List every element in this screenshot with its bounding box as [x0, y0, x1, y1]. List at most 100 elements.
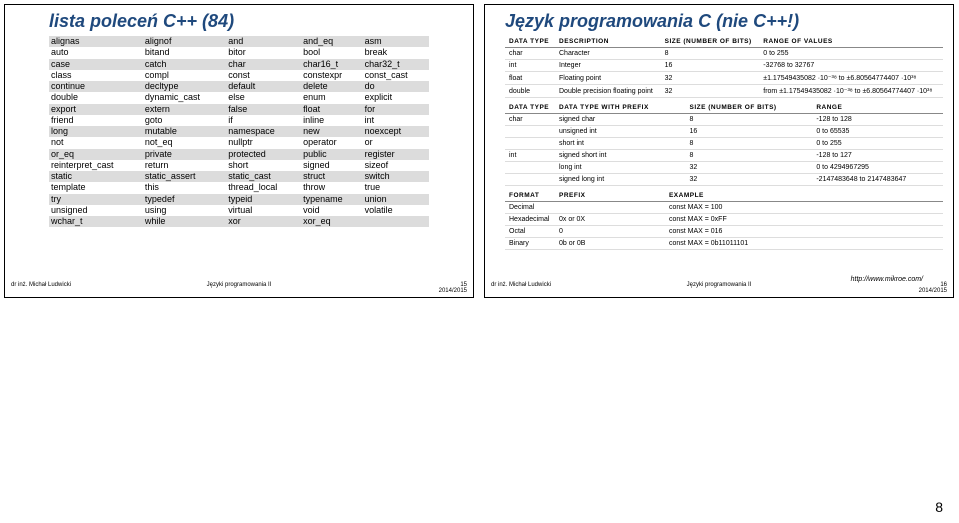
table-cell: const MAX = 0xFF	[665, 214, 943, 226]
table-cell: -2147483648 to 2147483647	[812, 174, 943, 186]
table-header: RANGE OF VALUES	[759, 36, 943, 48]
table-cell: 8	[686, 138, 813, 150]
keyword-cell: default	[226, 81, 301, 92]
table-row: charsigned char8-128 to 128	[505, 114, 943, 126]
keyword-row: autobitandbitorboolbreak	[49, 47, 429, 58]
keyword-cell: volatile	[363, 205, 429, 216]
table-row: Decimalconst MAX = 100	[505, 202, 943, 214]
keyword-cell: sizeof	[363, 160, 429, 171]
keyword-row: continuedecltypedefaultdeletedo	[49, 81, 429, 92]
table-cell: signed long int	[555, 174, 686, 186]
keyword-row: or_eqprivateprotectedpublicregister	[49, 149, 429, 160]
table-header: RANGE	[812, 102, 943, 114]
keyword-cell	[363, 216, 429, 227]
keyword-cell: if	[226, 115, 301, 126]
keyword-cell: true	[363, 182, 429, 193]
keyword-cell: false	[226, 104, 301, 115]
keyword-row: exportexternfalsefloatfor	[49, 104, 429, 115]
table-cell: 8	[661, 48, 760, 60]
keyword-cell: dynamic_cast	[143, 92, 226, 103]
table-cell: long int	[555, 162, 686, 174]
table-cell: unsigned int	[555, 126, 686, 138]
table-cell: 16	[686, 126, 813, 138]
slide-title-right: Język programowania C (nie C++!)	[485, 5, 953, 36]
keyword-cell: typeid	[226, 194, 301, 205]
keyword-cell: break	[363, 47, 429, 58]
table-cell: 32	[661, 85, 760, 98]
slide-left: lista poleceń C++ (84) alignasalignofand…	[4, 4, 474, 298]
table-header: DATA TYPE	[505, 36, 555, 48]
keyword-cell: decltype	[143, 81, 226, 92]
table-row: Octal0const MAX = 016	[505, 226, 943, 238]
keyword-cell: float	[301, 104, 362, 115]
keyword-cell: wchar_t	[49, 216, 143, 227]
keyword-row: staticstatic_assertstatic_caststructswit…	[49, 171, 429, 182]
slide-footer-right: dr inż. Michał Ludwicki Języki programow…	[491, 282, 947, 294]
footer-author: dr inż. Michał Ludwicki	[11, 282, 71, 294]
keyword-cell: continue	[49, 81, 143, 92]
keyword-cell: const_cast	[363, 70, 429, 81]
c-types-table-2: DATA TYPEDATA TYPE WITH PREFIXSIZE (NUMB…	[505, 102, 943, 186]
keyword-row: wchar_twhilexorxor_eq	[49, 216, 429, 227]
keyword-cell: noexcept	[363, 126, 429, 137]
keyword-cell: protected	[226, 149, 301, 160]
keyword-row: longmutablenamespacenewnoexcept	[49, 126, 429, 137]
sheet-page-number: 8	[935, 499, 943, 515]
table-cell: Integer	[555, 60, 661, 72]
footer-year: 2014/2015	[439, 288, 467, 294]
table-cell: -128 to 128	[812, 114, 943, 126]
keyword-cell: while	[143, 216, 226, 227]
keyword-cell: bitand	[143, 47, 226, 58]
keyword-cell: const	[226, 70, 301, 81]
keyword-cell: template	[49, 182, 143, 193]
keyword-cell: bool	[301, 47, 362, 58]
keyword-cell: typename	[301, 194, 362, 205]
table-row: doubleDouble precision floating point32f…	[505, 85, 943, 98]
keyword-cell: goto	[143, 115, 226, 126]
keyword-cell: static	[49, 171, 143, 182]
keyword-row: alignasalignofandand_eqasm	[49, 36, 429, 47]
keyword-row: doubledynamic_castelseenumexplicit	[49, 92, 429, 103]
keyword-cell: enum	[301, 92, 362, 103]
table-cell: 0b or 0B	[555, 238, 665, 250]
table-header: DATA TYPE WITH PREFIX	[555, 102, 686, 114]
keyword-cell: char	[226, 59, 301, 70]
table-cell: char	[505, 48, 555, 60]
table-cell: 32	[686, 162, 813, 174]
keyword-cell: throw	[301, 182, 362, 193]
table-cell: const MAX = 016	[665, 226, 943, 238]
keyword-cell: for	[363, 104, 429, 115]
table-cell: Binary	[505, 238, 555, 250]
table-row: charCharacter80 to 255	[505, 48, 943, 60]
table-cell	[505, 162, 555, 174]
keyword-cell: return	[143, 160, 226, 171]
table-cell	[505, 138, 555, 150]
table-cell: Character	[555, 48, 661, 60]
keyword-cell: double	[49, 92, 143, 103]
table-row: unsigned int160 to 65535	[505, 126, 943, 138]
table-row: Hexadecimal0x or 0Xconst MAX = 0xFF	[505, 214, 943, 226]
keyword-cell: bitor	[226, 47, 301, 58]
table-cell	[505, 174, 555, 186]
keyword-cell: virtual	[226, 205, 301, 216]
table-cell: char	[505, 114, 555, 126]
table-cell: signed short int	[555, 150, 686, 162]
table-cell: 0x or 0X	[555, 214, 665, 226]
keyword-cell: xor_eq	[301, 216, 362, 227]
keyword-cell: struct	[301, 171, 362, 182]
table-cell: signed char	[555, 114, 686, 126]
footer-course: Języki programowania II	[207, 282, 272, 288]
table-cell: 32	[686, 174, 813, 186]
table-cell: double	[505, 85, 555, 98]
slide-right: Język programowania C (nie C++!) DATA TY…	[484, 4, 954, 298]
table-cell: const MAX = 0b11011101	[665, 238, 943, 250]
keyword-row: notnot_eqnullptroperatoror	[49, 137, 429, 148]
keyword-row: classcomplconstconstexprconst_cast	[49, 70, 429, 81]
keyword-cell: reinterpret_cast	[49, 160, 143, 171]
table-header: SIZE (NUMBER OF BITS)	[661, 36, 760, 48]
keyword-cell: export	[49, 104, 143, 115]
table-header: PREFIX	[555, 190, 665, 202]
keyword-cell: typedef	[143, 194, 226, 205]
keyword-cell: char16_t	[301, 59, 362, 70]
table-cell	[555, 202, 665, 214]
